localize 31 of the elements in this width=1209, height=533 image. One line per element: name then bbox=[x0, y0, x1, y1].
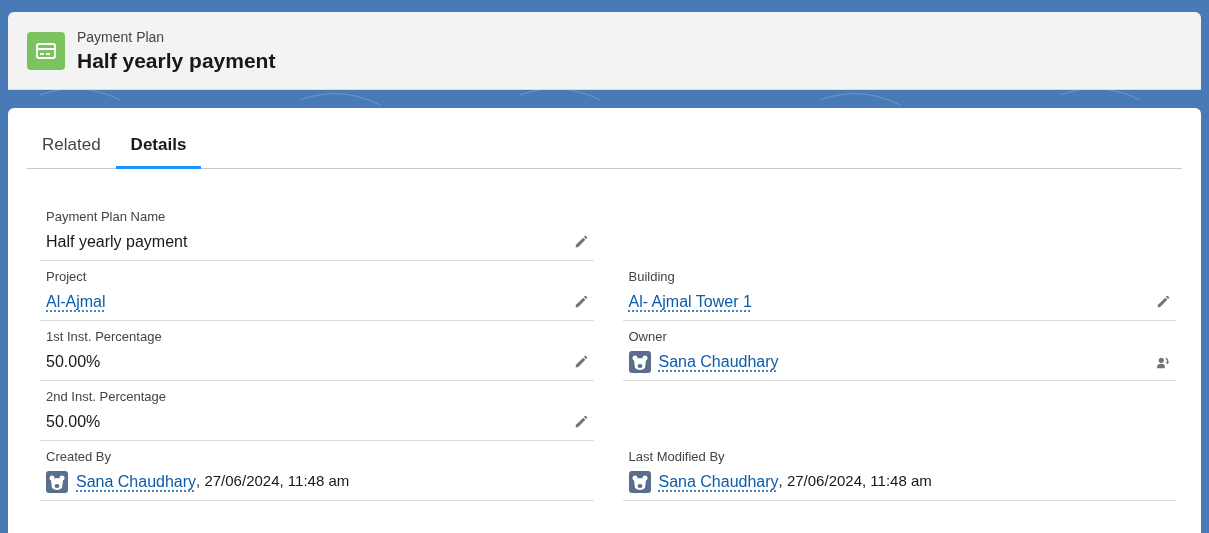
field-value: 50.00% bbox=[46, 411, 101, 432]
user-avatar-icon bbox=[628, 350, 651, 373]
field-label: 1st Inst. Percentage bbox=[45, 327, 163, 346]
user-avatar-icon bbox=[628, 470, 651, 493]
field-link[interactable]: Al- Ajmal Tower 1 bbox=[628, 289, 752, 314]
field-label: Payment Plan Name bbox=[45, 207, 167, 226]
user-avatar-icon bbox=[46, 470, 68, 493]
object-type-label: Payment Plan bbox=[77, 27, 166, 47]
payment-card-icon bbox=[27, 31, 65, 70]
field-label: Created By bbox=[45, 447, 113, 466]
pencil-icon[interactable] bbox=[573, 234, 588, 249]
tab[interactable]: Details bbox=[115, 128, 202, 169]
timestamp-text: , 27/06/2024, 11:48 am bbox=[778, 471, 932, 492]
field-value: Half yearly payment bbox=[46, 231, 188, 252]
pencil-icon[interactable] bbox=[1156, 294, 1170, 309]
tab[interactable]: Related bbox=[27, 128, 116, 169]
pencil-icon[interactable] bbox=[573, 354, 588, 369]
field-label: 2nd Inst. Percentage bbox=[45, 387, 167, 406]
record-title: Half yearly payment bbox=[77, 47, 276, 74]
user-link[interactable]: Sana Chaudhary bbox=[658, 469, 779, 494]
timestamp-text: , 27/06/2024, 11:48 am bbox=[196, 471, 350, 492]
pencil-icon[interactable] bbox=[573, 294, 588, 309]
user-link[interactable]: Sana Chaudhary bbox=[76, 469, 197, 494]
user-link[interactable]: Sana Chaudhary bbox=[658, 349, 779, 374]
field-label: Project bbox=[45, 267, 88, 286]
field-value: 50.00% bbox=[46, 351, 101, 372]
field-label: Building bbox=[627, 267, 676, 286]
field-label: Last Modified By bbox=[627, 447, 726, 466]
pencil-icon[interactable] bbox=[573, 414, 588, 429]
field-link[interactable]: Al-Ajmal bbox=[46, 289, 106, 314]
field-label: Owner bbox=[627, 327, 668, 346]
